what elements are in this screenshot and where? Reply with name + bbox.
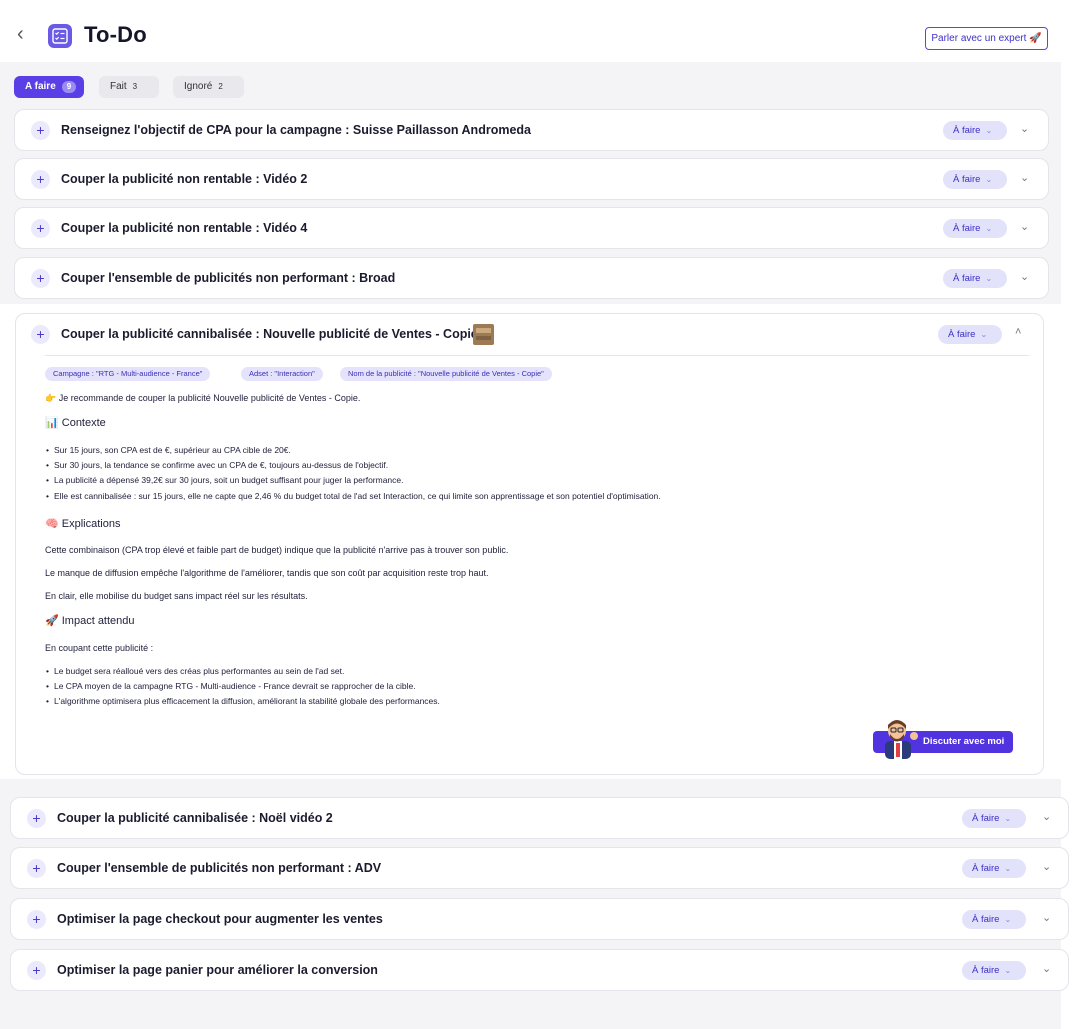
chevron-down-icon: ⌄ bbox=[1004, 966, 1012, 975]
chevron-down-icon[interactable]: ⌄ bbox=[1042, 962, 1051, 975]
chevron-down-icon: ⌄ bbox=[985, 126, 993, 135]
chevron-down-icon: ⌄ bbox=[1004, 814, 1012, 823]
chevron-down-icon[interactable]: ⌄ bbox=[1042, 911, 1051, 924]
contexte-bullet: La publicité a dépensé 39,2€ sur 30 jour… bbox=[46, 475, 404, 485]
task-title: Couper la publicité non rentable : Vidéo… bbox=[61, 221, 308, 235]
status-dropdown[interactable]: À faire ⌄ bbox=[943, 269, 1007, 288]
chevron-down-icon: ⌄ bbox=[985, 274, 993, 283]
assistant-avatar bbox=[885, 720, 918, 759]
recommendation-text: 👉 Je recommande de couper la publicité N… bbox=[45, 393, 361, 403]
status-dropdown[interactable]: À faire ⌄ bbox=[943, 219, 1007, 238]
task-card[interactable]: + Couper l'ensemble de publicités non pe… bbox=[14, 257, 1049, 299]
chevron-up-icon[interactable]: ˄ bbox=[1015, 326, 1021, 338]
tab-a-faire[interactable]: A faire 9 bbox=[14, 76, 84, 98]
top-bar: ‹ To-Do Parler avec un expert 🚀 bbox=[0, 0, 1080, 62]
chevron-down-icon[interactable]: ⌄ bbox=[1020, 270, 1029, 283]
explication-paragraph: Le manque de diffusion empêche l'algorit… bbox=[45, 568, 489, 578]
chevron-left-icon[interactable]: ‹ bbox=[17, 24, 31, 44]
impact-heading: 🚀 Impact attendu bbox=[45, 615, 135, 627]
plus-icon[interactable]: + bbox=[27, 809, 46, 828]
chevron-down-icon[interactable]: ⌄ bbox=[1042, 810, 1051, 823]
plus-icon[interactable]: + bbox=[31, 325, 50, 344]
tab-label: Ignoré bbox=[184, 81, 213, 92]
status-label: À faire bbox=[948, 329, 976, 340]
talk-to-expert-button[interactable]: Parler avec un expert 🚀 bbox=[925, 27, 1048, 50]
status-dropdown[interactable]: À faire ⌄ bbox=[938, 325, 1002, 344]
tab-fait[interactable]: Fait 3 bbox=[99, 76, 159, 98]
task-card[interactable]: + Optimiser la page checkout pour augmen… bbox=[10, 898, 1069, 940]
task-title: Renseignez l'objectif de CPA pour la cam… bbox=[61, 123, 531, 137]
status-label: À faire bbox=[953, 273, 981, 284]
chevron-down-icon: ⌄ bbox=[985, 175, 993, 184]
task-title: Couper la publicité cannibalisée : Nouve… bbox=[61, 327, 478, 341]
task-card[interactable]: + Couper la publicité cannibalisée : Noë… bbox=[10, 797, 1069, 839]
plus-icon[interactable]: + bbox=[27, 859, 46, 878]
chevron-down-icon[interactable]: ⌄ bbox=[1020, 122, 1029, 135]
task-title: Couper la publicité non rentable : Vidéo… bbox=[61, 172, 308, 186]
chevron-down-icon[interactable]: ⌄ bbox=[1020, 171, 1029, 184]
status-label: À faire bbox=[972, 813, 1000, 824]
impact-intro: En coupant cette publicité : bbox=[45, 643, 154, 653]
status-dropdown[interactable]: À faire ⌄ bbox=[962, 859, 1026, 878]
task-title: Optimiser la page panier pour améliorer … bbox=[57, 963, 378, 977]
explication-paragraph: Cette combinaison (CPA trop élevé et fai… bbox=[45, 545, 509, 555]
chevron-down-icon: ⌄ bbox=[1004, 915, 1012, 924]
adset-chip: Adset : "Interaction" bbox=[241, 367, 323, 381]
status-dropdown[interactable]: À faire ⌄ bbox=[943, 170, 1007, 189]
task-title: Optimiser la page checkout pour augmente… bbox=[57, 912, 383, 926]
task-card-expanded: + Couper la publicité cannibalisée : Nou… bbox=[15, 313, 1044, 775]
plus-icon[interactable]: + bbox=[27, 910, 46, 929]
tab-label: A faire bbox=[25, 81, 56, 92]
task-card[interactable]: + Renseignez l'objectif de CPA pour la c… bbox=[14, 109, 1049, 151]
status-label: À faire bbox=[953, 223, 981, 234]
chevron-down-icon: ⌄ bbox=[980, 330, 988, 339]
campaign-chip: Campagne : "RTG - Multi-audience - Franc… bbox=[45, 367, 211, 381]
impact-bullet: Le CPA moyen de la campagne RTG - Multi-… bbox=[46, 681, 416, 691]
contexte-bullet: Elle est cannibalisée : sur 15 jours, el… bbox=[46, 491, 661, 501]
task-card[interactable]: + Couper la publicité non rentable : Vid… bbox=[14, 207, 1049, 249]
chevron-down-icon: ⌄ bbox=[1004, 864, 1012, 873]
status-dropdown[interactable]: À faire ⌄ bbox=[962, 809, 1026, 828]
status-dropdown[interactable]: À faire ⌄ bbox=[943, 121, 1007, 140]
task-title: Couper la publicité cannibalisée : Noël … bbox=[57, 811, 333, 825]
tab-ignore[interactable]: Ignoré 2 bbox=[173, 76, 244, 98]
impact-bullet: Le budget sera réalloué vers des créas p… bbox=[46, 666, 344, 676]
task-card[interactable]: + Couper la publicité non rentable : Vid… bbox=[14, 158, 1049, 200]
impact-bullet: L'algorithme optimisera plus efficacemen… bbox=[46, 696, 440, 706]
chevron-down-icon: ⌄ bbox=[985, 224, 993, 233]
task-card[interactable]: + Couper l'ensemble de publicités non pe… bbox=[10, 847, 1069, 889]
chevron-down-icon[interactable]: ⌄ bbox=[1020, 220, 1029, 233]
ad-thumbnail bbox=[473, 324, 494, 345]
contexte-heading: 📊 Contexte bbox=[45, 417, 106, 429]
status-label: À faire bbox=[953, 125, 981, 136]
contexte-bullet: Sur 30 jours, la tendance se confirme av… bbox=[46, 460, 388, 470]
tab-label: Fait bbox=[110, 81, 127, 92]
divider bbox=[45, 355, 1029, 356]
contexte-bullet: Sur 15 jours, son CPA est de €, supérieu… bbox=[46, 445, 291, 455]
status-label: À faire bbox=[972, 965, 1000, 976]
status-dropdown[interactable]: À faire ⌄ bbox=[962, 961, 1026, 980]
plus-icon[interactable]: + bbox=[31, 269, 50, 288]
status-label: À faire bbox=[953, 174, 981, 185]
checklist-icon bbox=[48, 24, 72, 48]
explications-heading: 🧠 Explications bbox=[45, 518, 121, 530]
status-label: À faire bbox=[972, 863, 1000, 874]
explication-paragraph: En clair, elle mobilise du budget sans i… bbox=[45, 591, 308, 601]
task-title: Couper l'ensemble de publicités non perf… bbox=[61, 271, 396, 285]
chevron-down-icon[interactable]: ⌄ bbox=[1042, 860, 1051, 873]
tab-count: 2 bbox=[218, 82, 223, 91]
ad-name-chip: Nom de la publicité : "Nouvelle publicit… bbox=[340, 367, 552, 381]
plus-icon[interactable]: + bbox=[31, 170, 50, 189]
status-dropdown[interactable]: À faire ⌄ bbox=[962, 910, 1026, 929]
task-title: Couper l'ensemble de publicités non perf… bbox=[57, 861, 382, 875]
plus-icon[interactable]: + bbox=[31, 121, 50, 140]
tab-count: 3 bbox=[132, 82, 138, 91]
tab-count: 9 bbox=[61, 81, 77, 93]
plus-icon[interactable]: + bbox=[31, 219, 50, 238]
task-card[interactable]: + Optimiser la page panier pour améliore… bbox=[10, 949, 1069, 991]
plus-icon[interactable]: + bbox=[27, 961, 46, 980]
page-title: To-Do bbox=[84, 22, 147, 47]
status-label: À faire bbox=[972, 914, 1000, 925]
